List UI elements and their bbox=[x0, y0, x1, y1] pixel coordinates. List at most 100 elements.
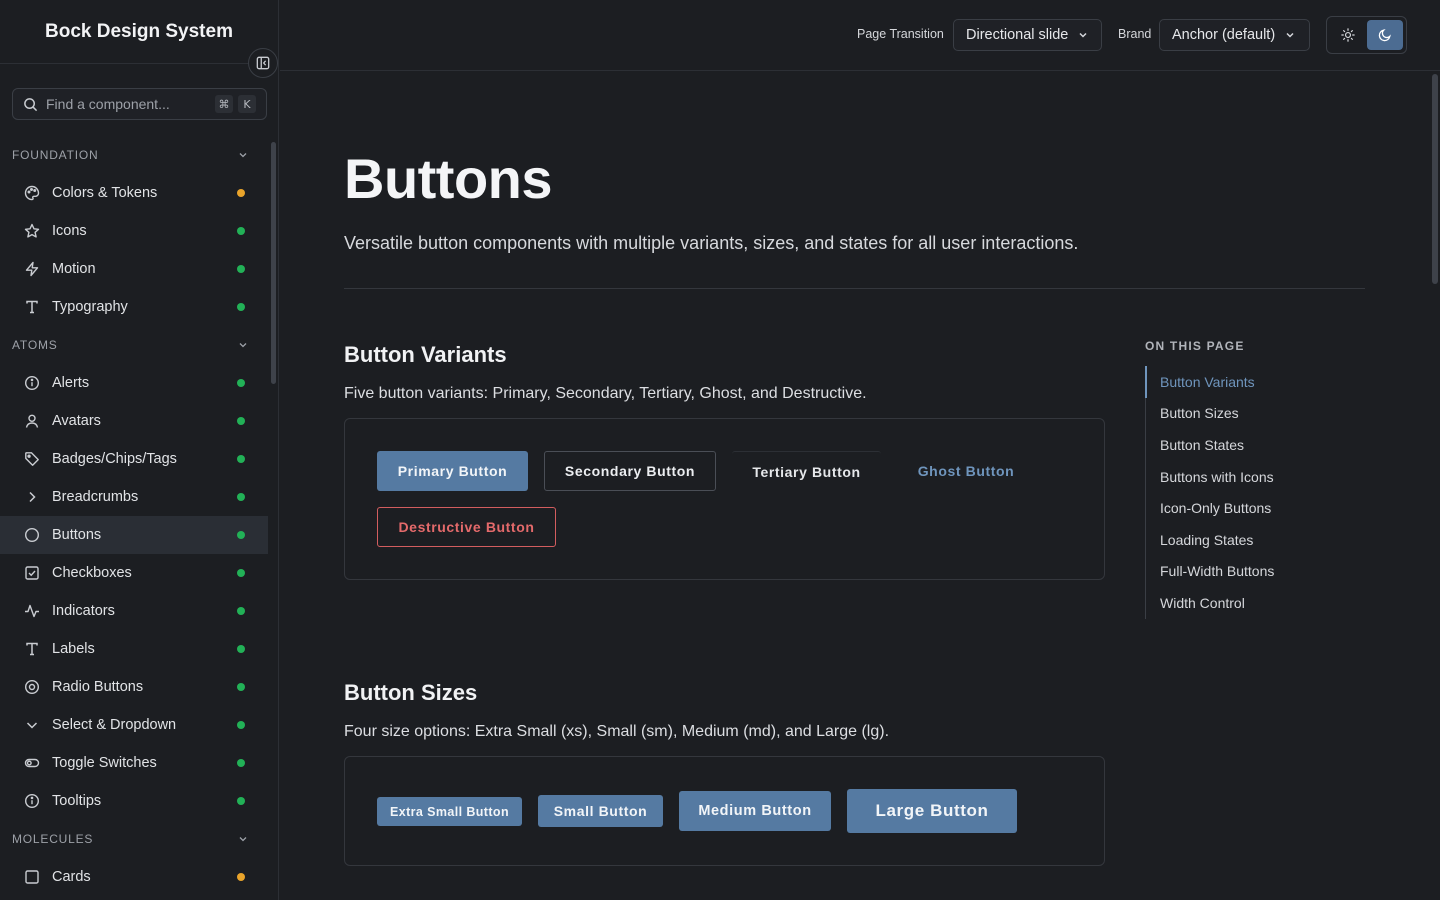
theme-toggle bbox=[1326, 16, 1407, 54]
sidebar-item-label: Breadcrumbs bbox=[52, 489, 139, 505]
type-icon bbox=[23, 298, 41, 316]
status-dot bbox=[237, 569, 245, 577]
brand-select[interactable]: Anchor (default) bbox=[1159, 19, 1310, 51]
sidebar-item-tooltips[interactable]: Tooltips bbox=[0, 782, 268, 820]
section-description-variants: Five button variants: Primary, Secondary… bbox=[344, 385, 867, 402]
sidebar-item-label: Cards bbox=[52, 869, 91, 885]
sidebar-item-toggle-switches[interactable]: Toggle Switches bbox=[0, 744, 268, 782]
type-icon bbox=[23, 640, 41, 658]
tertiary-button[interactable]: Tertiary Button bbox=[732, 451, 881, 491]
section-title-variants: Button Variants bbox=[344, 342, 507, 367]
toc-link[interactable]: Full-Width Buttons bbox=[1146, 556, 1274, 588]
sidebar-item-label: Toggle Switches bbox=[52, 755, 157, 771]
sidebar-item-colors-tokens[interactable]: Colors & Tokens bbox=[0, 174, 268, 212]
ghost-button[interactable]: Ghost Button bbox=[897, 451, 1035, 491]
status-dot bbox=[237, 493, 245, 501]
secondary-button[interactable]: Secondary Button bbox=[544, 451, 716, 491]
sidebar-item-label: Labels bbox=[52, 641, 95, 657]
sidebar-item-label: Alerts bbox=[52, 375, 90, 391]
divider bbox=[344, 288, 1365, 289]
status-dot bbox=[237, 303, 245, 311]
status-dot bbox=[237, 645, 245, 653]
sidebar-item-buttons[interactable]: Buttons bbox=[0, 516, 268, 554]
sidebar-nav: FOUNDATION Colors & Tokens Icons Motion … bbox=[0, 136, 268, 896]
toc-link[interactable]: Button States bbox=[1146, 429, 1274, 461]
sidebar-item-radio-buttons[interactable]: Radio Buttons bbox=[0, 668, 268, 706]
sidebar-item-label: Motion bbox=[52, 261, 96, 277]
search-placeholder: Find a component... bbox=[46, 96, 170, 112]
main-content: Buttons Versatile button components with… bbox=[280, 72, 1430, 900]
user-icon bbox=[23, 412, 41, 430]
sidebar-scrollbar[interactable] bbox=[271, 142, 276, 384]
toc-link[interactable]: Loading States bbox=[1146, 524, 1274, 556]
sidebar-item-breadcrumbs[interactable]: Breadcrumbs bbox=[0, 478, 268, 516]
page-transition-select[interactable]: Directional slide bbox=[953, 19, 1102, 51]
shortcut-key: K bbox=[238, 95, 256, 113]
table-of-contents: Button Variants Button Sizes Button States… bbox=[1144, 366, 1274, 619]
brand-label: Brand bbox=[1118, 27, 1152, 41]
sidebar-item-label: Indicators bbox=[52, 603, 115, 619]
toc-link[interactable]: Button Variants bbox=[1144, 366, 1274, 398]
sidebar-item-motion[interactable]: Motion bbox=[0, 250, 268, 288]
toc-link[interactable]: Width Control bbox=[1146, 587, 1274, 619]
section-description-sizes: Four size options: Extra Small (xs), Sma… bbox=[344, 723, 890, 740]
status-dot bbox=[237, 227, 245, 235]
sidebar-item-label: Badges/Chips/Tags bbox=[52, 451, 177, 467]
bolt-icon bbox=[23, 260, 41, 278]
nav-group-label: ATOMS bbox=[12, 338, 58, 352]
sidebar-item-icons[interactable]: Icons bbox=[0, 212, 268, 250]
sm-button[interactable]: Small Button bbox=[538, 795, 663, 827]
sidebar-item-typography[interactable]: Typography bbox=[0, 288, 268, 326]
light-theme-button[interactable] bbox=[1330, 20, 1367, 50]
main-scrollbar[interactable] bbox=[1432, 74, 1438, 284]
chevron-down-icon bbox=[238, 150, 248, 160]
nav-group-header[interactable]: MOLECULES bbox=[0, 820, 268, 858]
toc-link[interactable]: Icon-Only Buttons bbox=[1146, 492, 1274, 524]
search-input[interactable]: Find a component... ⌘ K bbox=[12, 88, 267, 120]
sidebar-item-avatars[interactable]: Avatars bbox=[0, 402, 268, 440]
info-icon bbox=[23, 374, 41, 392]
sidebar-item-label: Icons bbox=[52, 223, 87, 239]
chevron-down-icon bbox=[1285, 30, 1295, 40]
nav-group-header[interactable]: FOUNDATION bbox=[0, 136, 268, 174]
sidebar-toggle-icon bbox=[256, 56, 270, 70]
sidebar-item-badges-chips-tags[interactable]: Badges/Chips/Tags bbox=[0, 440, 268, 478]
status-dot bbox=[237, 531, 245, 539]
page-transition-value: Directional slide bbox=[966, 27, 1069, 43]
sidebar-item-alerts[interactable]: Alerts bbox=[0, 364, 268, 402]
page-description: Versatile button components with multipl… bbox=[344, 233, 1079, 253]
sidebar-item-label: Buttons bbox=[52, 527, 102, 543]
sidebar-item-labels[interactable]: Labels bbox=[0, 630, 268, 668]
status-dot bbox=[237, 607, 245, 615]
toc-link[interactable]: Button Sizes bbox=[1146, 398, 1274, 430]
palette-icon bbox=[23, 184, 41, 202]
dark-theme-button[interactable] bbox=[1366, 20, 1403, 50]
destructive-button[interactable]: Destructive Button bbox=[377, 507, 556, 547]
lg-button[interactable]: Large Button bbox=[847, 789, 1017, 833]
checkbox-icon bbox=[23, 564, 41, 582]
nav-group-header[interactable]: ATOMS bbox=[0, 326, 268, 364]
xs-button[interactable]: Extra Small Button bbox=[377, 797, 522, 826]
sun-icon bbox=[1341, 28, 1355, 42]
search-icon bbox=[23, 97, 38, 112]
sidebar-item-checkboxes[interactable]: Checkboxes bbox=[0, 554, 268, 592]
toc-link[interactable]: Buttons with Icons bbox=[1146, 461, 1274, 493]
section-title-sizes: Button Sizes bbox=[344, 680, 478, 705]
status-dot bbox=[237, 455, 245, 463]
status-dot bbox=[237, 379, 245, 387]
sidebar-item-label: Radio Buttons bbox=[52, 679, 144, 695]
status-dot bbox=[237, 189, 245, 197]
sidebar-item-select-dropdown[interactable]: Select & Dropdown bbox=[0, 706, 268, 744]
chevron-down-icon bbox=[238, 834, 248, 844]
sidebar-item-label: Avatars bbox=[52, 413, 101, 429]
md-button[interactable]: Medium Button bbox=[679, 791, 831, 831]
activity-icon bbox=[23, 602, 41, 620]
page-title: Buttons bbox=[344, 147, 553, 210]
status-dot bbox=[237, 759, 245, 767]
collapse-sidebar-button[interactable] bbox=[248, 48, 278, 78]
status-dot bbox=[237, 721, 245, 729]
primary-button[interactable]: Primary Button bbox=[377, 451, 528, 491]
sidebar-item-cards[interactable]: Cards bbox=[0, 858, 268, 896]
sidebar-item-indicators[interactable]: Indicators bbox=[0, 592, 268, 630]
status-dot bbox=[237, 873, 245, 881]
